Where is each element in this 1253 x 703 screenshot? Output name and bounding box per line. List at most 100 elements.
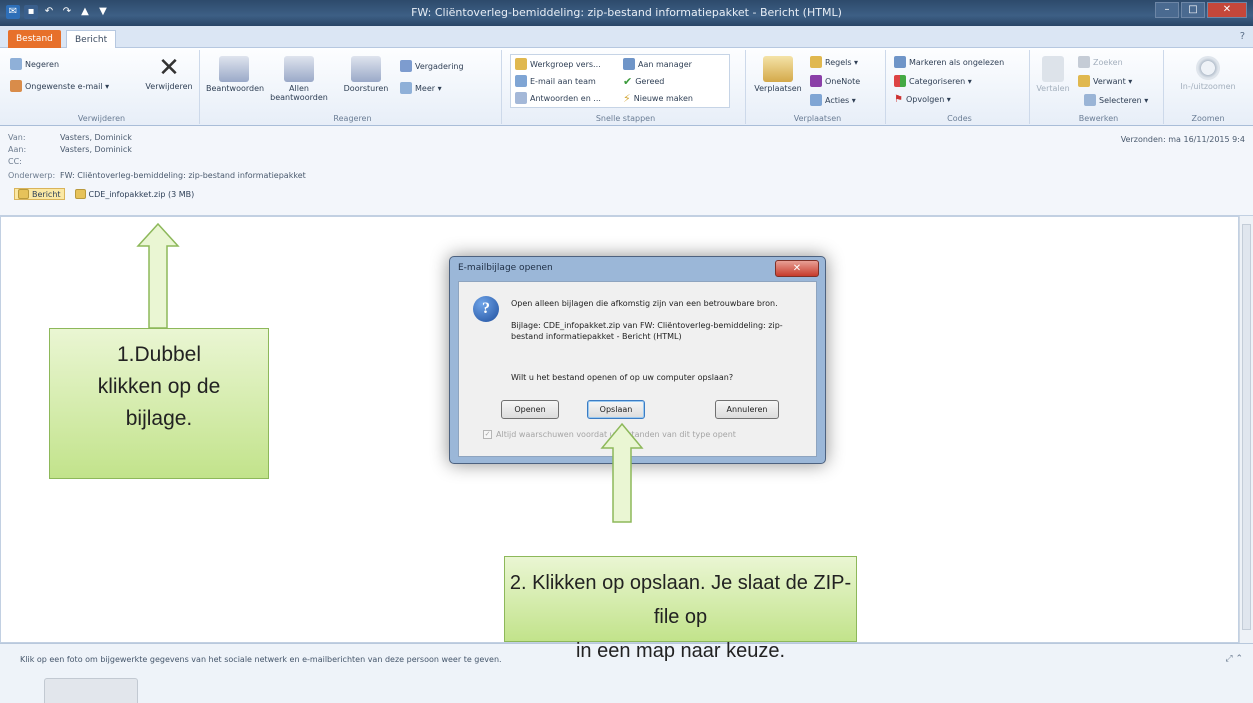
avatar[interactable] [44,678,138,703]
categorize-label: Categoriseren ▾ [909,76,972,86]
zip-file-icon [74,189,86,199]
sent-label: Verzonden: [1120,135,1166,144]
message-tab-label: Bericht [32,189,61,199]
quick-step-item[interactable]: Werkgroep vers... [515,58,601,70]
followup-button[interactable]: ⚑ Opvolgen ▾ [894,94,951,105]
close-window-button[interactable]: ✕ [1207,2,1247,18]
quick-step-item[interactable]: E-mail aan team [515,75,596,87]
related-button[interactable]: Verwant ▾ [1078,75,1132,87]
translate-button[interactable]: Vertalen [1034,56,1072,93]
delete-icon: ✕ [158,53,180,83]
group-edit: Vertalen Zoeken Verwant ▾ Selecteren ▾ B… [1034,50,1164,124]
tab-message[interactable]: Bericht [66,30,117,48]
rules-button[interactable]: Regels ▾ [810,56,858,68]
subject-value: FW: Cliëntoverleg-bemiddeling: zip-besta… [60,171,306,180]
sent-info: Verzonden: ma 16/11/2015 9:4 [1121,135,1245,144]
minimize-button[interactable]: – [1155,2,1179,18]
related-label: Verwant ▾ [1093,76,1133,86]
people-pane-controls[interactable]: ⤢ ⌃ [1225,654,1243,664]
reply-all-button[interactable]: Allen beantwoorden [268,56,330,102]
dialog-close-button[interactable]: ✕ [775,260,819,277]
to-value[interactable]: Vasters, Dominick [60,145,132,154]
dialog-attachment-info: Bijlage: CDE_infopakket.zip van FW: Clië… [511,321,783,341]
onenote-button[interactable]: OneNote [810,75,860,87]
find-button[interactable]: Zoeken [1078,56,1123,68]
quick-step-item[interactable]: ⚡ Nieuwe maken [623,92,693,105]
done-icon: ✔ [623,75,633,88]
mark-unread-button[interactable]: Markeren als ongelezen [894,56,1004,68]
sent-value: ma 16/11/2015 9:4 [1168,135,1245,144]
move-button[interactable]: Verplaatsen [752,56,804,93]
meeting-button[interactable]: Vergadering [400,60,464,72]
forward-button[interactable]: Doorsturen [336,56,396,93]
group-quick-steps: Werkgroep vers... E-mail aan team Antwoo… [506,50,746,124]
vertical-scrollbar[interactable] [1239,216,1253,643]
dialog-title: E-mailbijlage openen [458,263,553,273]
cancel-button[interactable]: Annuleren [715,400,779,419]
junk-button[interactable]: Ongewenste e-mail ▾ [10,80,109,92]
zoom-label: In-/uitzoomen [1180,82,1236,91]
group-respond: Beantwoorden Allen beantwoorden Doorstur… [204,50,502,124]
group-label-edit: Bewerken [1078,114,1119,123]
cursor-icon [1084,94,1096,106]
from-value[interactable]: Vasters, Dominick [60,133,132,142]
quick-step-item[interactable]: Antwoorden en ... [515,92,601,104]
categorize-icon [894,75,906,87]
help-icon[interactable]: ? [1240,31,1245,42]
quick-step-label: Nieuwe maken [633,94,693,103]
related-icon [1078,75,1090,87]
move-label: Verplaatsen [754,84,802,93]
window-title: FW: Cliëntoverleg-bemiddeling: zip-besta… [411,6,842,19]
onenote-icon [810,75,822,87]
create-new-icon: ⚡ [623,92,631,105]
group-label-delete: Verwijderen [77,114,126,123]
ribbon-tabs: Bestand Bericht ? [0,26,1253,48]
scrollbar-thumb[interactable] [1242,224,1251,630]
tab-file[interactable]: Bestand [8,30,61,48]
quick-steps-gallery: Werkgroep vers... E-mail aan team Antwoo… [510,54,730,108]
meeting-label: Vergadering [415,61,464,71]
rules-icon [810,56,822,68]
reply-label: Beantwoorden [206,84,265,93]
categorize-button[interactable]: Categoriseren ▾ [894,75,972,87]
open-button[interactable]: Openen [501,400,559,419]
message-tab[interactable]: Bericht [14,188,65,200]
forward-label: Doorsturen [343,84,389,93]
from-label: Van: [8,133,26,142]
actions-button[interactable]: Acties ▾ [810,94,856,106]
to-manager-icon [623,58,635,70]
delete-button[interactable]: ✕ Verwijderen [140,54,198,91]
reply-button[interactable]: Beantwoorden [206,56,265,93]
ignore-icon [10,58,22,70]
mark-unread-label: Markeren als ongelezen [909,57,1005,67]
binoculars-icon [1078,56,1090,68]
checkbox-icon[interactable]: ✓ [483,430,492,439]
move-icon [763,56,793,82]
group-label-move: Verplaatsen [793,114,842,123]
callout-line: 2. Klikken op opslaan. Je slaat de ZIP-f… [509,572,852,628]
ignore-button[interactable]: Negeren [10,58,59,70]
attachment-zip[interactable]: CDE_infopakket.zip (3 MB) [74,189,194,199]
reply-delete-icon [515,92,527,104]
meeting-icon [400,60,412,72]
title-bar: ✉ ▪ ↶ ↷ ▲ ▼ FW: Cliëntoverleg-bemiddelin… [0,0,1253,26]
quick-step-item[interactable]: ✔ Gereed [623,75,664,88]
envelope-icon [894,56,906,68]
save-button[interactable]: Opslaan [587,400,645,419]
callout-line: in een map naar keuze. [575,640,786,662]
cc-row: CC: [8,157,60,166]
group-label-zoom: Zoomen [1191,114,1225,123]
select-button[interactable]: Selecteren ▾ [1084,94,1148,106]
zoom-button[interactable]: In-/uitzoomen [1170,56,1246,91]
group-label-respond: Reageren [333,114,372,123]
group-zoom: In-/uitzoomen Zoomen [1168,50,1248,124]
quick-step-item[interactable]: Aan manager [623,58,692,70]
delete-label: Verwijderen [145,82,193,91]
group-mail-icon [515,58,527,70]
followup-label: Opvolgen ▾ [905,95,951,104]
flag-icon: ⚑ [894,94,903,105]
forward-icon [351,56,381,82]
quick-step-label: Gereed [635,77,665,86]
maximize-button[interactable]: □ [1181,2,1205,18]
more-button[interactable]: Meer ▾ [400,82,442,94]
